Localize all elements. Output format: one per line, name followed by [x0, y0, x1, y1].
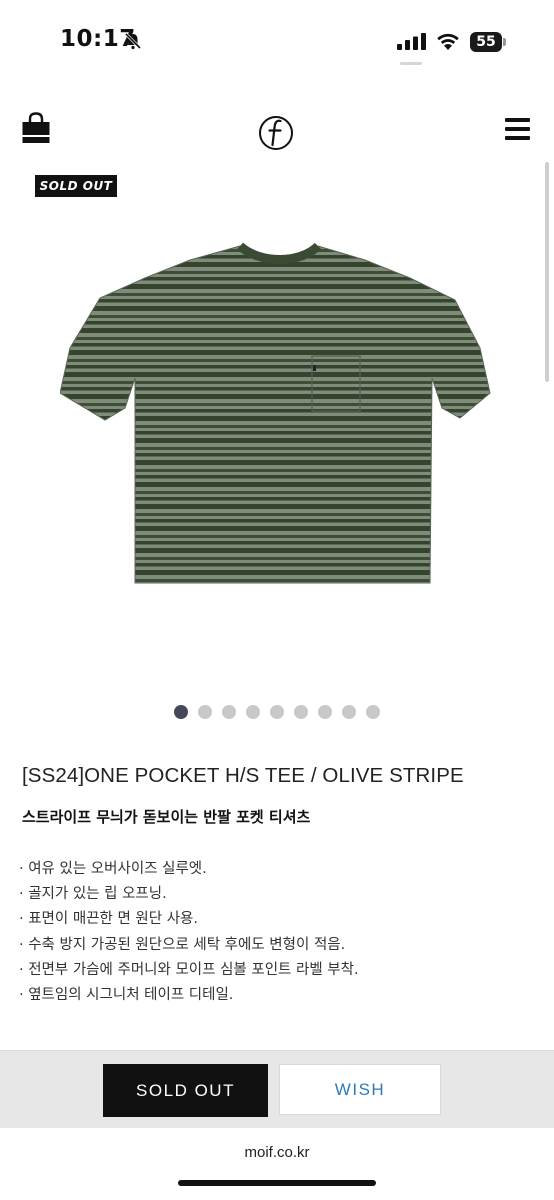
status-indicator	[400, 62, 422, 65]
wish-button[interactable]: WISH	[279, 1064, 441, 1115]
sold-out-badge: SOLD OUT	[35, 175, 117, 197]
signal-icon	[397, 33, 426, 50]
carousel-dot[interactable]	[246, 705, 260, 719]
carousel-dot[interactable]	[270, 705, 284, 719]
carousel-dot[interactable]	[342, 705, 356, 719]
product-image[interactable]	[60, 238, 500, 598]
action-bar: SOLD OUT WISH	[0, 1050, 554, 1129]
browser-bar: moif.co.kr	[0, 1128, 554, 1200]
image-carousel-dots	[174, 705, 380, 719]
scrollbar[interactable]	[545, 162, 549, 382]
feature-item: · 표면이 매끈한 면 원단 사용.	[19, 911, 199, 928]
feature-item: · 옆트임의 시그니처 테이프 디테일.	[19, 987, 234, 1004]
carousel-dot[interactable]	[222, 705, 236, 719]
carousel-dot[interactable]	[366, 705, 380, 719]
feature-list: · 여유 있는 오버사이즈 실루엣. · 골지가 있는 립 오프닝. · 표면이…	[19, 857, 359, 1008]
battery-level: 55	[470, 32, 502, 52]
feature-item: · 수축 방지 가공된 원단으로 세탁 후에도 변형이 적음.	[19, 936, 346, 953]
carousel-dot[interactable]	[294, 705, 308, 719]
product-subtitle: 스트라이프 무늬가 돋보이는 반팔 포켓 티셔츠	[22, 808, 311, 826]
url-display[interactable]: moif.co.kr	[0, 1144, 554, 1161]
site-header	[0, 108, 554, 158]
sold-out-button[interactable]: SOLD OUT	[103, 1064, 268, 1117]
carousel-dot[interactable]	[174, 705, 188, 719]
menu-icon[interactable]	[505, 118, 530, 140]
feature-item: · 여유 있는 오버사이즈 실루엣.	[19, 861, 207, 877]
brand-logo[interactable]	[258, 112, 294, 152]
battery-icon: 55	[470, 32, 506, 52]
carousel-dot[interactable]	[198, 705, 212, 719]
feature-item: · 골지가 있는 립 오프닝.	[19, 886, 167, 903]
feature-item: · 전면부 가슴에 주머니와 모이프 심볼 포인트 라벨 부착.	[19, 961, 359, 978]
wifi-icon	[437, 33, 459, 50]
status-bar: 10:17 55	[0, 0, 554, 80]
product-title: [SS24]ONE POCKET H/S TEE / OLIVE STRIPE	[22, 764, 464, 787]
carousel-dot[interactable]	[318, 705, 332, 719]
bell-slash-icon	[124, 32, 142, 50]
home-indicator[interactable]	[178, 1180, 376, 1186]
shopping-bag-icon[interactable]	[21, 112, 51, 144]
